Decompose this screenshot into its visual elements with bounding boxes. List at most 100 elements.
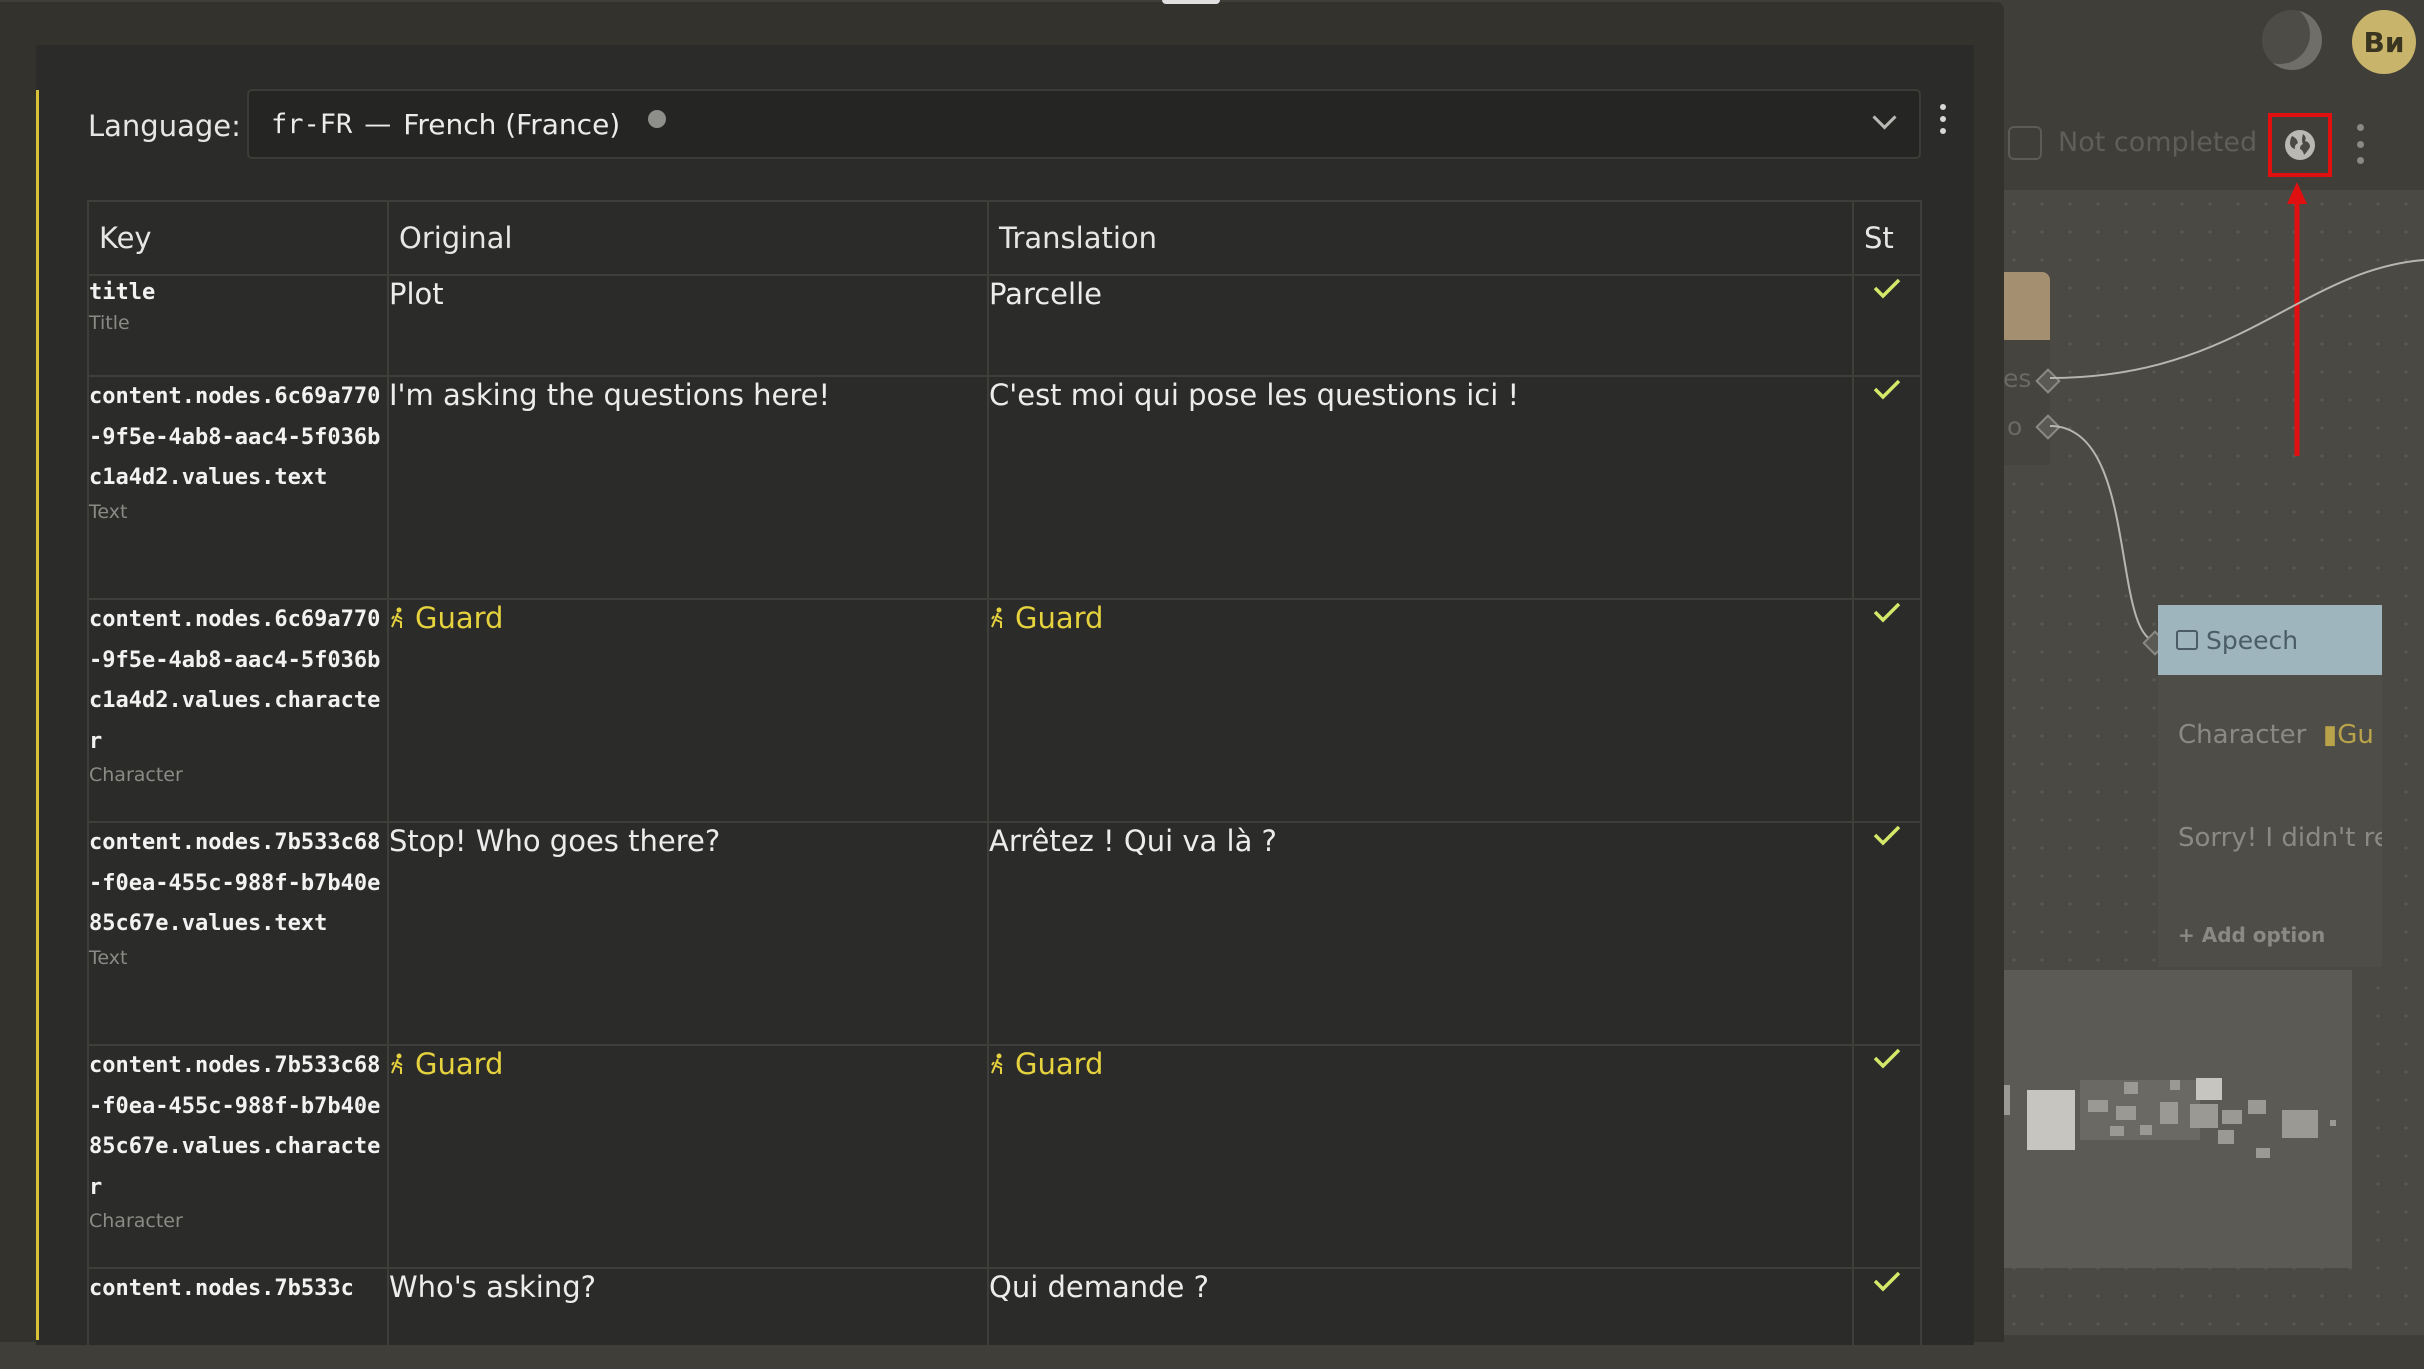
- check-icon: [1873, 825, 1901, 846]
- key-type: Text: [89, 500, 128, 523]
- character-chip: Guard: [389, 1046, 987, 1082]
- translation-cell[interactable]: Guard: [987, 1044, 1854, 1269]
- translation-text[interactable]: Qui demande ?: [989, 1270, 1209, 1304]
- translation-cell[interactable]: Parcelle: [987, 274, 1854, 377]
- not-completed-label: Not completed: [2058, 127, 2258, 158]
- key-path: content.nodes.7b533c68-f0ea-455c-988f-b7…: [89, 830, 381, 936]
- check-icon: [1873, 1048, 1901, 1069]
- table-row[interactable]: content.nodes.7b533c68-f0ea-455c-988f-b7…: [87, 1044, 1922, 1269]
- character-chip[interactable]: Guard: [989, 600, 1852, 636]
- key-path: content.nodes.6c69a770-9f5e-4ab8-aac4-5f…: [89, 384, 381, 490]
- person-icon: [391, 1053, 403, 1074]
- table-header-row: Key Original Translation St: [87, 200, 1922, 276]
- key-path: content.nodes.7b533c: [89, 1276, 354, 1301]
- key-cell: content.nodes.7b533c68-f0ea-455c-988f-b7…: [87, 821, 389, 1046]
- original-text: Who's asking?: [389, 1270, 597, 1304]
- language-separator: —: [364, 108, 392, 140]
- add-option-button[interactable]: + Add option: [2178, 923, 2325, 947]
- node-port-label: o: [2007, 412, 2023, 441]
- speech-text-preview: Sorry! I didn't re: [2178, 823, 2382, 853]
- table-row[interactable]: content.nodes.6c69a770-9f5e-4ab8-aac4-5f…: [87, 598, 1922, 823]
- language-select[interactable]: fr-FR — French (France): [247, 89, 1921, 159]
- chevron-down-icon: [1872, 105, 1897, 130]
- translations-globe-button[interactable]: [2268, 113, 2332, 177]
- person-icon: [391, 607, 403, 628]
- check-icon: [1873, 379, 1901, 400]
- status-cell[interactable]: [1852, 375, 1922, 600]
- key-path: title: [89, 280, 156, 305]
- column-header-status[interactable]: St: [1852, 200, 1922, 276]
- key-type: Character: [89, 1210, 183, 1232]
- panel-accent-bar: [36, 90, 39, 1340]
- translation-cell[interactable]: Arrêtez ! Qui va là ?: [987, 821, 1854, 1046]
- table-row[interactable]: content.nodes.6c69a770-9f5e-4ab8-aac4-5f…: [87, 375, 1922, 600]
- character-chip[interactable]: Guard: [989, 1046, 1852, 1082]
- translation-text[interactable]: C'est moi qui pose les questions ici !: [989, 378, 1519, 412]
- key-path: content.nodes.6c69a770-9f5e-4ab8-aac4-5f…: [89, 607, 381, 754]
- key-cell: content.nodes.6c69a770-9f5e-4ab8-aac4-5f…: [87, 375, 389, 600]
- character-chip: Guard: [389, 600, 987, 636]
- key-cell: content.nodes.7b533c: [87, 1267, 389, 1369]
- modal-drag-handle[interactable]: [1162, 0, 1220, 4]
- language-status-dot: [648, 110, 667, 128]
- theme-toggle-moon-icon[interactable]: [2262, 10, 2322, 70]
- translation-cell[interactable]: Qui demande ?: [987, 1267, 1854, 1369]
- translations-table: Key Original Translation St title Title …: [87, 200, 1922, 1369]
- translation-text[interactable]: Parcelle: [989, 277, 1102, 311]
- status-cell[interactable]: [1852, 1267, 1922, 1369]
- check-icon: [1873, 602, 1901, 623]
- node-port-label: es: [2003, 364, 2032, 393]
- user-avatar[interactable]: Ви: [2352, 10, 2416, 74]
- column-header-translation[interactable]: Translation: [987, 200, 1854, 276]
- key-cell: title Title: [87, 274, 389, 377]
- check-icon: [1873, 278, 1901, 299]
- table-row[interactable]: title Title Plot Parcelle: [87, 274, 1922, 377]
- language-label: Language:: [88, 109, 241, 143]
- character-name: Guard: [415, 1047, 504, 1081]
- minimap[interactable]: [2000, 970, 2352, 1268]
- original-text: I'm asking the questions here!: [389, 378, 831, 412]
- speech-node-header: Speech: [2158, 605, 2382, 675]
- not-completed-checkbox[interactable]: [2008, 126, 2042, 160]
- language-code: fr-FR: [271, 108, 353, 140]
- original-cell: Guard: [387, 1044, 989, 1269]
- original-text: Plot: [389, 277, 444, 311]
- speech-node-title: Speech: [2206, 625, 2299, 655]
- person-icon: [991, 1053, 1003, 1074]
- translation-cell[interactable]: C'est moi qui pose les questions ici !: [987, 375, 1854, 600]
- language-name: French (France): [403, 107, 621, 141]
- speech-icon: [2176, 630, 2198, 650]
- column-header-original[interactable]: Original: [387, 200, 989, 276]
- speech-node[interactable]: Speech Character ▮Gu Sorry! I didn't re …: [2158, 605, 2382, 967]
- translation-cell[interactable]: Guard: [987, 598, 1854, 823]
- original-text: Stop! Who goes there?: [389, 824, 721, 858]
- node-connection-lines: [2049, 259, 2424, 643]
- original-cell: Plot: [387, 274, 989, 377]
- globe-icon: [2285, 130, 2315, 160]
- status-cell[interactable]: [1852, 1044, 1922, 1269]
- status-cell[interactable]: [1852, 274, 1922, 377]
- character-name: Guard: [1015, 601, 1104, 635]
- original-cell: Who's asking?: [387, 1267, 989, 1369]
- character-name: Guard: [1015, 1047, 1104, 1081]
- editor-more-kebab-icon[interactable]: [2352, 124, 2368, 164]
- check-icon: [1873, 1271, 1901, 1292]
- key-type: Character: [89, 764, 183, 786]
- translation-text[interactable]: Arrêtez ! Qui va là ?: [989, 824, 1277, 858]
- status-cell[interactable]: [1852, 821, 1922, 1046]
- key-type: Title: [89, 312, 130, 334]
- speech-character-value: ▮Gu: [2314, 720, 2374, 750]
- person-icon: [991, 607, 1003, 628]
- key-cell: content.nodes.6c69a770-9f5e-4ab8-aac4-5f…: [87, 598, 389, 823]
- original-cell: Stop! Who goes there?: [387, 821, 989, 1046]
- column-header-key[interactable]: Key: [87, 200, 389, 276]
- character-name: Guard: [415, 601, 504, 635]
- key-path: content.nodes.7b533c68-f0ea-455c-988f-b7…: [89, 1053, 381, 1200]
- original-cell: Guard: [387, 598, 989, 823]
- status-cell[interactable]: [1852, 598, 1922, 823]
- language-menu-kebab-icon[interactable]: [1937, 104, 1949, 134]
- table-row[interactable]: content.nodes.7b533c68-f0ea-455c-988f-b7…: [87, 821, 1922, 1046]
- key-type: Text: [89, 946, 128, 969]
- key-cell: content.nodes.7b533c68-f0ea-455c-988f-b7…: [87, 1044, 389, 1269]
- table-row[interactable]: content.nodes.7b533c Who's asking? Qui d…: [87, 1267, 1922, 1369]
